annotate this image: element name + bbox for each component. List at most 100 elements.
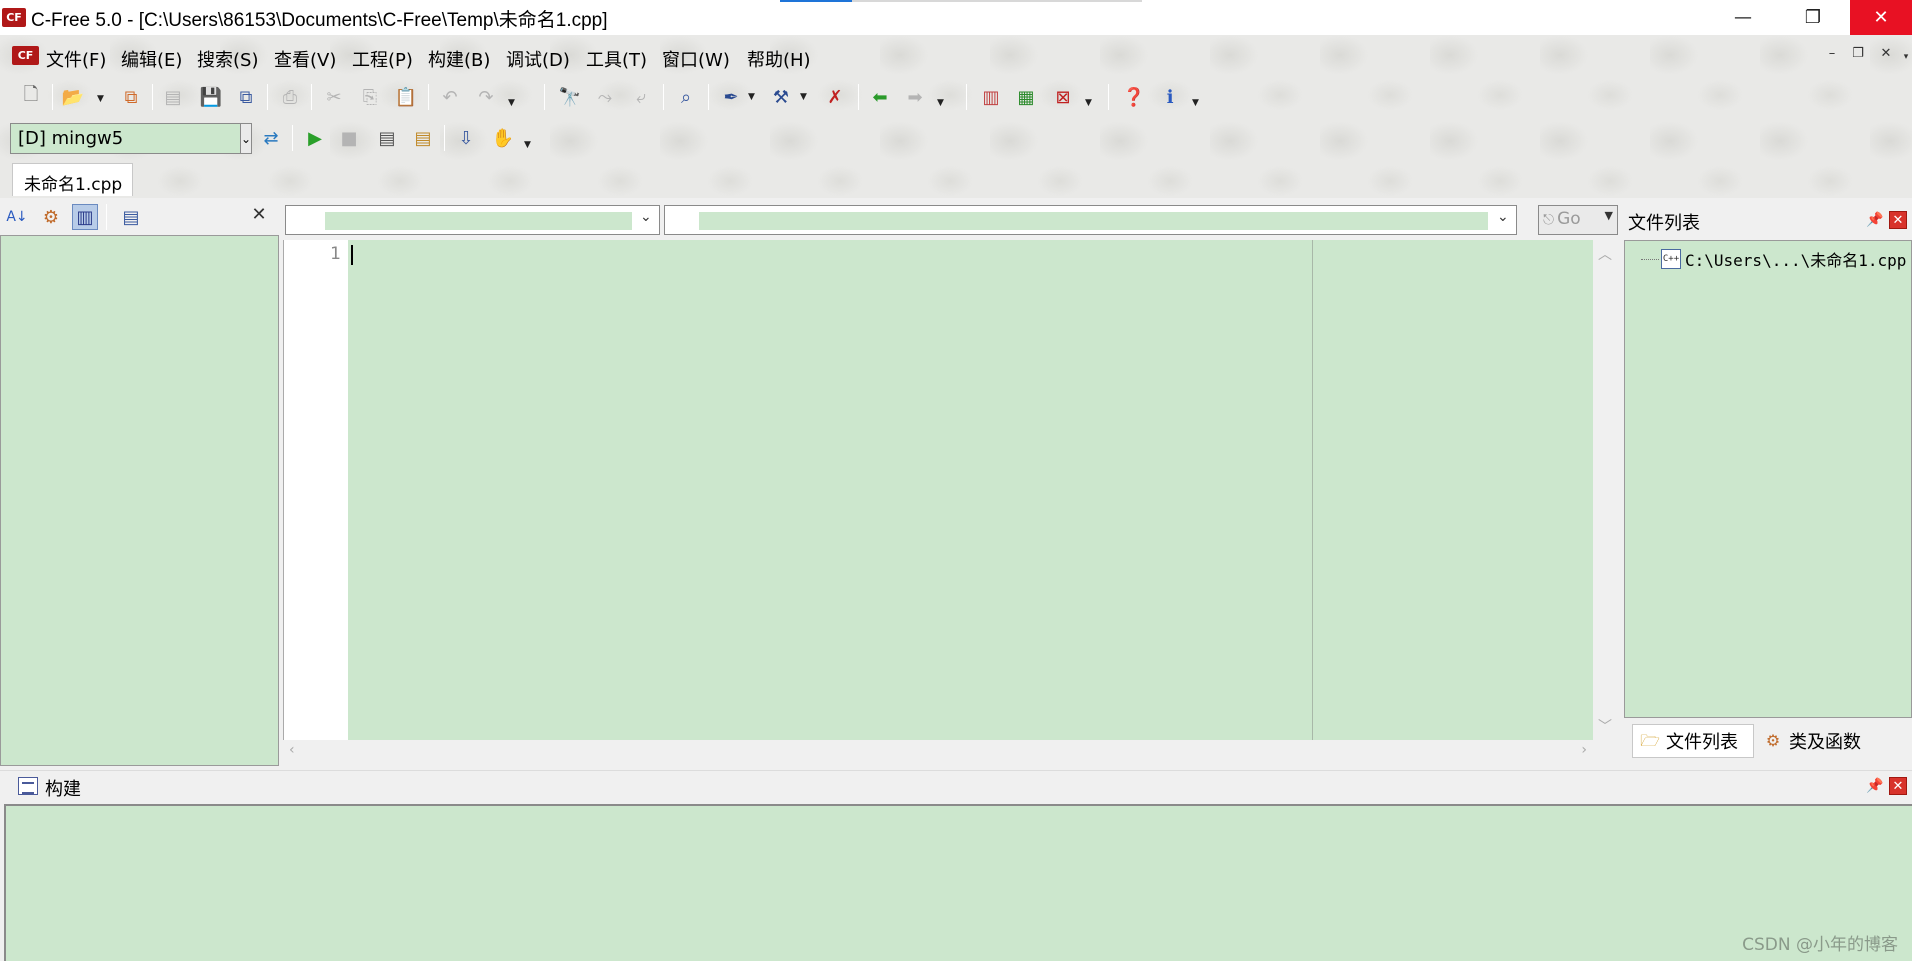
compiler-dropdown-arrow-icon[interactable]: ⌄ xyxy=(240,123,252,154)
text-caret xyxy=(351,245,353,265)
build-panel-pin-icon[interactable]: 📌 xyxy=(1866,777,1884,795)
copy-icon[interactable]: ⎘ xyxy=(357,84,383,110)
menu-window[interactable]: 窗口(W) xyxy=(660,44,732,74)
debug-hand-icon[interactable]: ✋ xyxy=(490,125,516,151)
remove-doc-icon[interactable]: ⊠ xyxy=(1050,84,1076,110)
mdi-menu-arrow-icon[interactable]: ▾ xyxy=(1896,52,1912,70)
compiler-select[interactable]: [D] mingw5 xyxy=(10,123,248,154)
class-browser-tree[interactable] xyxy=(0,235,279,766)
sort-az-icon[interactable]: A↓ xyxy=(4,204,30,230)
file-panel-close-icon[interactable]: ✕ xyxy=(1889,211,1907,229)
info-icon[interactable]: ℹ xyxy=(1157,84,1183,110)
horizontal-scrollbar[interactable]: ‹ › xyxy=(283,740,1593,762)
close-button[interactable]: ✕ xyxy=(1850,0,1912,35)
toolbar-separator xyxy=(708,84,709,110)
go-button[interactable]: ⎋ Go ▼ xyxy=(1538,205,1618,235)
mdi-restore-icon[interactable]: ❐ xyxy=(1848,46,1868,64)
undo-icon[interactable]: ↶ xyxy=(437,84,463,110)
toolbar-separator xyxy=(1108,84,1109,110)
list-view-icon[interactable]: ▥ xyxy=(72,204,98,230)
menu-search[interactable]: 搜索(S) xyxy=(195,44,260,74)
save-icon[interactable]: 💾 xyxy=(198,84,224,110)
bookmark-dropdown-icon[interactable]: ▼ xyxy=(748,92,755,102)
minimize-button[interactable]: — xyxy=(1714,0,1772,35)
right-margin-line xyxy=(1312,240,1313,740)
save-all-icon[interactable]: ⧉ xyxy=(233,84,259,110)
open-folder-icon[interactable]: 📂 xyxy=(60,84,86,110)
bookmark-goto-icon[interactable]: ⚒ xyxy=(768,84,794,110)
toolbar-separator xyxy=(544,84,545,110)
scroll-up-icon[interactable]: ︿ xyxy=(1598,244,1612,264)
close-file-icon[interactable]: ▤ xyxy=(160,84,186,110)
file-panel-pin-icon[interactable]: 📌 xyxy=(1866,211,1884,229)
restore-button[interactable]: ❐ xyxy=(1784,0,1842,35)
find-icon[interactable]: 🔭 xyxy=(557,84,583,110)
redo-dropdown-icon[interactable]: ▼ xyxy=(508,98,515,108)
scroll-down-icon[interactable]: ﹀ xyxy=(1598,716,1612,736)
open-project-icon[interactable]: ⧉ xyxy=(118,84,144,110)
clear-bookmarks-icon[interactable]: ✗ xyxy=(822,84,848,110)
export-doc-icon[interactable]: ▦ xyxy=(1013,84,1039,110)
build-panel-header: 构建 📌 ✕ xyxy=(0,770,1912,802)
doc-dropdown-icon[interactable]: ▼ xyxy=(1085,98,1092,108)
compile-doc-icon[interactable]: ▥ xyxy=(978,84,1004,110)
mdi-close-icon[interactable]: ✕ xyxy=(1876,46,1896,64)
restore-icon: ❐ xyxy=(1804,7,1822,28)
toolbar-separator xyxy=(663,84,664,110)
back-arrow-icon[interactable]: ⬅ xyxy=(867,84,893,110)
run-icon[interactable]: ▶ xyxy=(302,125,328,151)
open-dropdown-icon[interactable]: ▼ xyxy=(97,94,104,104)
tab-document[interactable]: 未命名1.cpp xyxy=(12,163,133,196)
forward-dropdown-icon[interactable]: ▼ xyxy=(937,98,944,108)
build-icon[interactable]: ▤ xyxy=(410,125,436,151)
menu-tools[interactable]: 工具(T) xyxy=(584,44,649,74)
bookmark-goto-dropdown-icon[interactable]: ▼ xyxy=(800,92,807,102)
find-previous-icon[interactable]: ⤶ xyxy=(628,84,654,110)
cut-icon[interactable]: ✂ xyxy=(321,84,347,110)
tab-classes-functions[interactable]: ⚙ 类及函数 xyxy=(1756,724,1874,758)
menu-view[interactable]: 查看(V) xyxy=(272,44,338,74)
bookmark-toggle-icon[interactable]: ✒ xyxy=(718,84,744,110)
function-combo[interactable]: ⌄ xyxy=(664,205,1517,235)
app-logo-icon: CF xyxy=(2,8,26,27)
menu-build[interactable]: 构建(B) xyxy=(426,44,492,74)
find-in-files-icon[interactable]: ⌕ xyxy=(673,84,699,110)
info-dropdown-icon[interactable]: ▼ xyxy=(1192,98,1199,108)
class-members-icon[interactable]: ⚙ xyxy=(38,204,64,230)
scope-combo-value xyxy=(325,212,632,230)
help-icon[interactable]: ❓ xyxy=(1121,84,1147,110)
menu-file[interactable]: 文件(F) xyxy=(44,44,108,74)
build-output-area[interactable] xyxy=(4,804,1912,961)
file-tree-item[interactable]: C++ C:\Users\...\未命名1.cpp xyxy=(1641,247,1906,271)
compiler-switch-icon[interactable]: ⇄ xyxy=(258,125,284,151)
menu-edit[interactable]: 编辑(E) xyxy=(119,44,184,74)
menu-help[interactable]: 帮助(H) xyxy=(745,44,813,74)
print-icon[interactable]: ⎙ xyxy=(277,84,303,110)
redo-icon[interactable]: ↷ xyxy=(473,84,499,110)
mdi-minimize-icon[interactable]: – xyxy=(1822,46,1842,64)
toolbar-separator xyxy=(858,84,859,110)
find-next-icon[interactable]: ⤳ xyxy=(592,84,618,110)
scroll-left-icon[interactable]: ‹ xyxy=(289,742,295,758)
paste-icon[interactable]: 📋 xyxy=(393,84,419,110)
compile-icon[interactable]: ▤ xyxy=(374,125,400,151)
debug-step-icon[interactable]: ⇩ xyxy=(453,125,479,151)
scroll-right-icon[interactable]: › xyxy=(1581,742,1587,758)
debug-dropdown-icon[interactable]: ▼ xyxy=(524,140,531,150)
tab-file-list[interactable]: 🗁 文件列表 xyxy=(1632,724,1754,758)
class-browser-close-icon[interactable]: ✕ xyxy=(248,204,270,226)
new-file-icon[interactable]: 🗋 xyxy=(18,84,44,110)
build-panel-close-icon[interactable]: ✕ xyxy=(1889,777,1907,795)
scope-combo[interactable]: ⌄ xyxy=(285,205,660,235)
code-editor[interactable] xyxy=(348,240,1593,740)
class-icon: ⚙ xyxy=(1765,731,1781,750)
stop-icon[interactable]: ■ xyxy=(336,125,362,151)
menu-app-icon[interactable]: CF xyxy=(12,46,39,65)
title-accent-line-secondary xyxy=(852,0,1142,2)
forward-arrow-icon[interactable]: ➡ xyxy=(902,84,928,110)
window-title: C-Free 5.0 - [C:\Users\86153\Documents\C… xyxy=(31,10,608,31)
vertical-scrollbar[interactable]: ︿ ﹀ xyxy=(1593,240,1615,740)
menu-project[interactable]: 工程(P) xyxy=(350,44,415,74)
menu-debug[interactable]: 调试(D) xyxy=(504,44,572,74)
properties-icon[interactable]: ▤ xyxy=(118,204,144,230)
